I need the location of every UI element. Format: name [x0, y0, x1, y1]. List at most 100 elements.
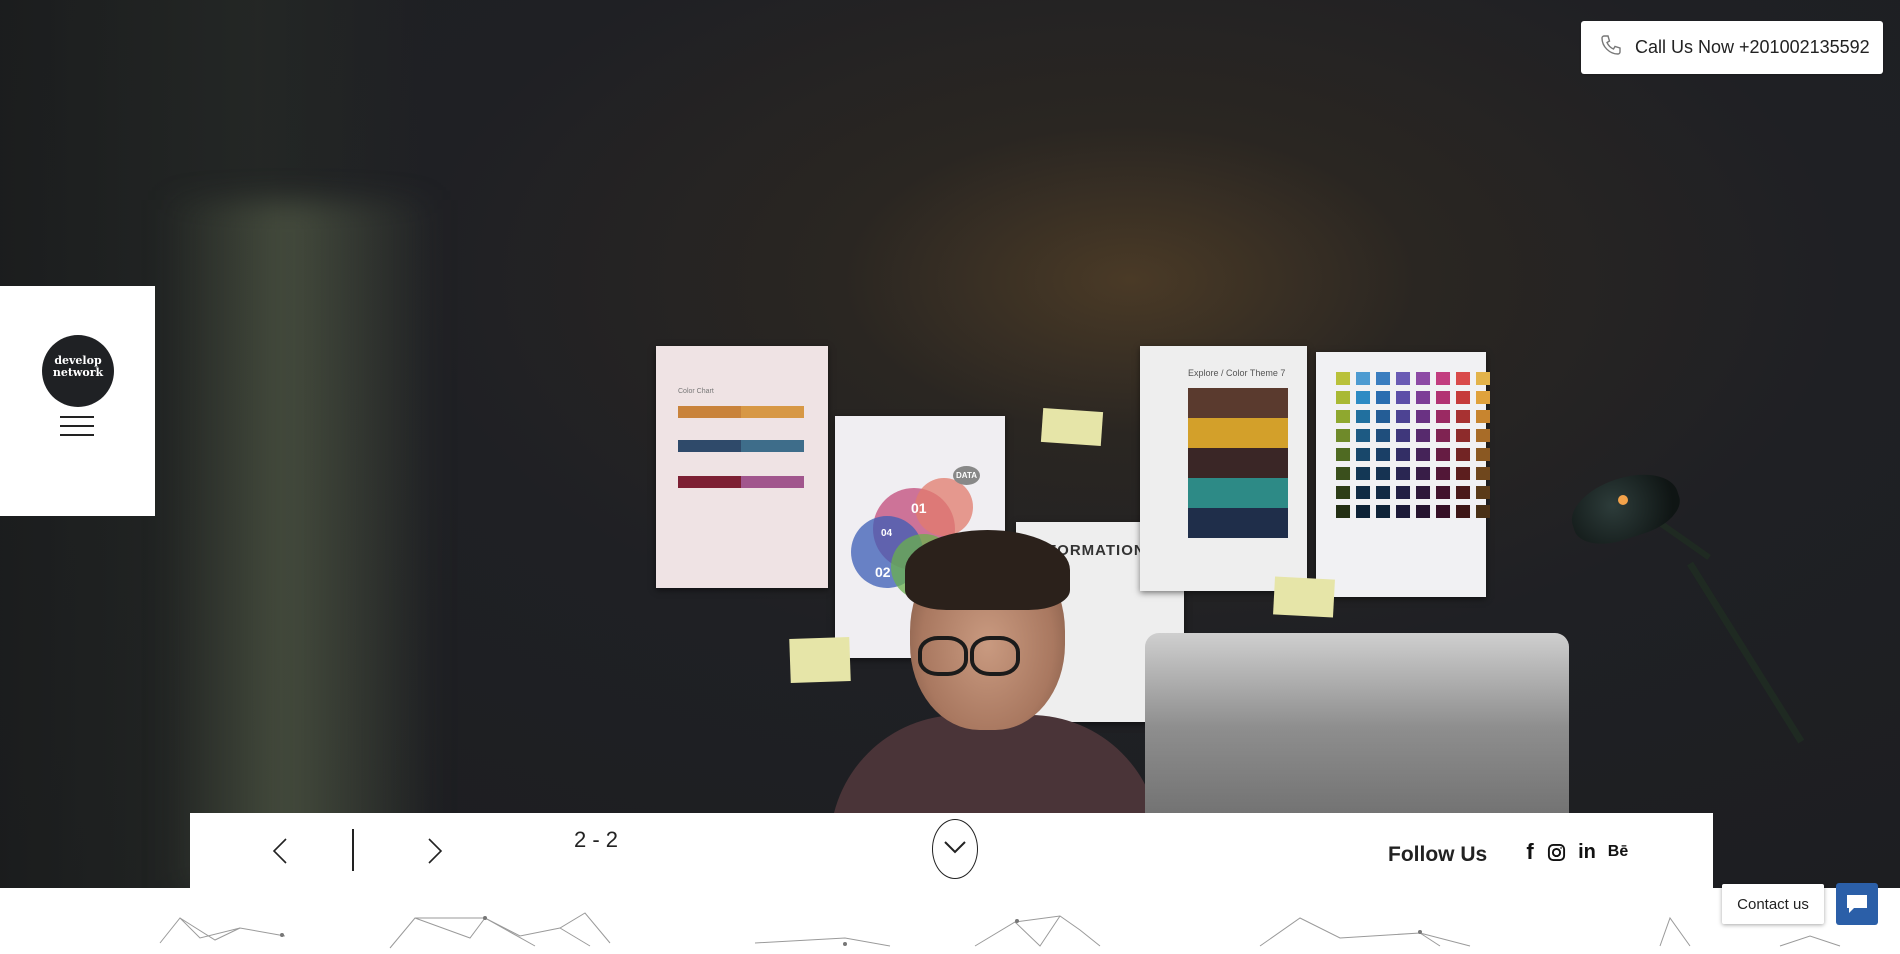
poster-bar [678, 440, 804, 452]
sticky-note [1273, 576, 1335, 618]
glasses [918, 636, 968, 676]
grid-swatch [1396, 486, 1410, 499]
grid-swatch [1356, 486, 1370, 499]
color-grid [1336, 372, 1490, 518]
grid-swatch [1336, 486, 1350, 499]
grid-swatch [1416, 486, 1430, 499]
grid-swatch [1336, 448, 1350, 461]
linkedin-glyph: in [1578, 840, 1596, 863]
scroll-down-button[interactable] [932, 819, 978, 879]
poster-color-theme: Explore / Color Theme 7 [1140, 346, 1307, 591]
grid-swatch [1336, 429, 1350, 442]
behance-glyph: Bē [1607, 843, 1629, 860]
lamp-arm [1687, 561, 1805, 744]
chat-icon[interactable] [1836, 883, 1878, 925]
grid-swatch [1376, 467, 1390, 480]
lamp-bulb [1618, 495, 1628, 505]
grid-swatch [1476, 410, 1490, 423]
grid-swatch [1376, 505, 1390, 518]
swatch [1188, 478, 1288, 508]
sticky-note [1040, 407, 1104, 447]
grid-swatch [1436, 505, 1450, 518]
grid-swatch [1396, 391, 1410, 404]
grid-swatch [1436, 372, 1450, 385]
hamburger-menu-icon[interactable] [60, 416, 94, 440]
hero-wall-light [160, 200, 440, 888]
grid-swatch [1336, 391, 1350, 404]
grid-swatch [1476, 391, 1490, 404]
grid-swatch [1436, 467, 1450, 480]
poster-color-chart: Color Chart [656, 346, 828, 588]
grid-swatch [1396, 372, 1410, 385]
swatch [1188, 448, 1288, 478]
swatch [1188, 418, 1288, 448]
grid-swatch [1396, 429, 1410, 442]
grid-swatch [1456, 467, 1470, 480]
grid-swatch [1376, 486, 1390, 499]
grid-swatch [1476, 486, 1490, 499]
contact-us-label[interactable]: Contact us [1722, 884, 1824, 924]
call-us-button[interactable]: Call Us Now +201002135592 [1581, 21, 1883, 74]
grid-swatch [1376, 410, 1390, 423]
grid-swatch [1416, 410, 1430, 423]
poster-color-title: Explore / Color Theme 7 [1188, 368, 1286, 378]
grid-swatch [1436, 486, 1450, 499]
grid-swatch [1436, 391, 1450, 404]
grid-swatch [1476, 467, 1490, 480]
facebook-icon[interactable]: f [1520, 839, 1540, 865]
slider-control-bar: 2 - 2 Follow Us f in Bē [190, 813, 1713, 888]
grid-swatch [1456, 429, 1470, 442]
chevron-left-icon[interactable] [260, 831, 300, 871]
grid-swatch [1396, 467, 1410, 480]
grid-swatch [1416, 391, 1430, 404]
grid-swatch [1396, 505, 1410, 518]
glasses [970, 636, 1020, 676]
grid-swatch [1436, 448, 1450, 461]
poster-bar [678, 406, 804, 418]
grid-swatch [1416, 467, 1430, 480]
poster-color-grid [1316, 352, 1490, 597]
slider-divider [352, 829, 354, 871]
hero-image: Color Chart 01 02 04 DATA INFORMATION Ex… [0, 0, 1900, 888]
swatch [1188, 388, 1288, 418]
venn-label: 04 [881, 528, 893, 539]
grid-swatch [1396, 410, 1410, 423]
chevron-right-icon[interactable] [415, 831, 455, 871]
grid-swatch [1356, 448, 1370, 461]
venn-label: 02 [875, 564, 891, 580]
grid-swatch [1476, 448, 1490, 461]
desk-lamp [1563, 462, 1687, 554]
grid-swatch [1416, 429, 1430, 442]
grid-swatch [1456, 372, 1470, 385]
grid-swatch [1436, 429, 1450, 442]
lamp-arm [1658, 520, 1711, 560]
site-logo[interactable]: develop network [42, 335, 114, 407]
grid-swatch [1376, 429, 1390, 442]
person-hair [905, 530, 1070, 610]
grid-swatch [1476, 372, 1490, 385]
instagram-icon[interactable] [1542, 839, 1570, 865]
grid-swatch [1396, 448, 1410, 461]
grid-swatch [1376, 391, 1390, 404]
grid-swatch [1456, 505, 1470, 518]
grid-swatch [1356, 372, 1370, 385]
swatch [1188, 508, 1288, 538]
grid-swatch [1456, 391, 1470, 404]
linkedin-icon[interactable]: in [1574, 839, 1600, 865]
grid-swatch [1336, 372, 1350, 385]
poster-bar [678, 476, 804, 488]
logo-text: network [52, 366, 104, 379]
grid-swatch [1336, 505, 1350, 518]
sticky-note [789, 636, 851, 684]
grid-swatch [1476, 429, 1490, 442]
grid-swatch [1416, 505, 1430, 518]
grid-swatch [1356, 467, 1370, 480]
behance-icon[interactable]: Bē [1604, 839, 1632, 865]
network-pattern-decoration [0, 888, 1900, 949]
grid-swatch [1356, 410, 1370, 423]
grid-swatch [1376, 372, 1390, 385]
grid-swatch [1436, 410, 1450, 423]
grid-swatch [1356, 505, 1370, 518]
grid-swatch [1356, 391, 1370, 404]
grid-swatch [1416, 372, 1430, 385]
